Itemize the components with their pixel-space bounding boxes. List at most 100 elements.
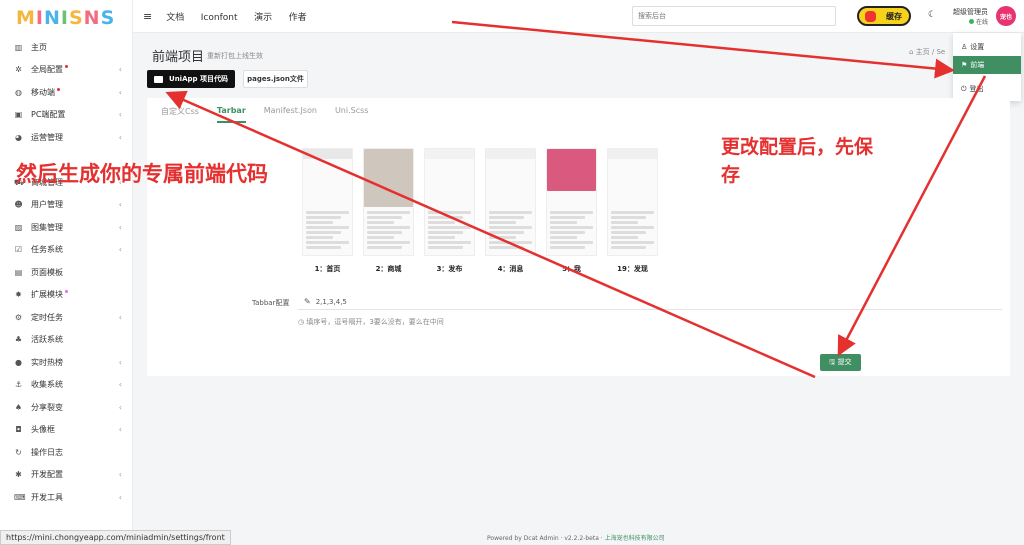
sidebar-item-label: PC端配置 [31, 110, 66, 120]
sidebar-item[interactable]: ♣ 活跃系统 [0, 329, 132, 352]
notification-dot-icon [65, 290, 68, 294]
phone-screenshot [302, 148, 353, 256]
uniapp-code-label: UniApp 项目代码 [169, 75, 228, 83]
dropdown-item-frontend[interactable]: ⚑ 前端 [953, 56, 1021, 74]
phone-line [550, 221, 577, 224]
sidebar-item[interactable]: ◕ 运营管理 ‹ [0, 126, 132, 149]
group-icon: ♣ [14, 335, 23, 345]
phone-line [489, 236, 516, 239]
sidebar-item[interactable]: ⌨ 开发工具 ‹ [0, 486, 132, 509]
tabbar-config-input[interactable]: ✎ 2,1,3,4,5 [298, 294, 1002, 310]
avatar[interactable]: 宠也 [996, 6, 1016, 26]
phone-line [611, 236, 638, 239]
sidebar-item[interactable]: ▥ 主页 [0, 36, 132, 59]
page-title: 前端项目 [152, 50, 205, 65]
chevron-left-icon: ‹ [118, 200, 122, 210]
sidebar-item[interactable]: ☻ 用户管理 ‹ [0, 194, 132, 217]
phone-line [489, 241, 532, 244]
phone-screenshot [424, 148, 475, 256]
pages-json-button[interactable]: pages.json文件 [243, 70, 308, 88]
user-name[interactable]: 超级管理员 [953, 7, 988, 17]
breadcrumb[interactable]: ⌂ 主页 / Se [909, 47, 945, 57]
chevron-left-icon: ‹ [118, 132, 122, 142]
uniapp-code-button[interactable]: UniApp 项目代码 [147, 70, 235, 88]
phone-header-block [303, 149, 352, 159]
phone-line [428, 211, 471, 214]
phone-line [306, 246, 341, 249]
sidebar-item[interactable]: ♠ 分享裂变 ‹ [0, 396, 132, 419]
phone-preview: 1：首页 [302, 148, 353, 274]
sidebar-item-label: 实时热榜 [31, 357, 63, 367]
nav-docs-link[interactable]: 文档 [166, 13, 184, 23]
phone-line [550, 231, 585, 234]
cache-label: 缓存 [886, 11, 902, 21]
phone-line [428, 221, 455, 224]
sidebar-item[interactable]: ✲ 全局配置 ‹ [0, 59, 132, 82]
phone-line [550, 216, 585, 219]
logo-letter: N [83, 7, 101, 29]
sidebar-item-label: 收集系统 [31, 380, 63, 390]
sidebar-item[interactable]: ◍ 移动端 ‹ [0, 81, 132, 104]
phone-line [611, 211, 654, 214]
tab-custom-css[interactable]: 自定义Css [161, 106, 199, 123]
phone-line [428, 226, 471, 229]
sidebar-item[interactable]: ✸ 扩展模块 [0, 284, 132, 307]
checkbox-icon: ☑ [14, 245, 23, 255]
among-us-icon [865, 11, 876, 22]
dropdown-item-label: 设置 [970, 43, 985, 51]
tab-uni-scss[interactable]: Uni.Scss [335, 106, 369, 123]
phone-line [550, 246, 585, 249]
search-input[interactable] [632, 6, 836, 26]
nav-author-link[interactable]: 作者 [289, 13, 307, 23]
phone-line [367, 221, 394, 224]
phone-caption: 3：发布 [436, 265, 463, 273]
cache-button[interactable]: 缓存 [857, 6, 911, 26]
phone-caption: 2：商城 [375, 265, 402, 273]
phone-line [550, 241, 593, 244]
sidebar-item[interactable]: ▤ 页面模板 [0, 261, 132, 284]
sidebar-item[interactable]: ⚙ 定时任务 ‹ [0, 306, 132, 329]
chevron-left-icon: ‹ [118, 65, 122, 75]
sidebar-item[interactable]: ▨ 图集管理 ‹ [0, 216, 132, 239]
sidebar: MINISNS ▥ 主页 ✲ 全局配置 ‹ ◍ 移动端 ‹ ▣ PC端配置 ‹ ◕ 运营管理 ‹ ⛟ 商城管理… [0, 0, 133, 545]
phone-line [611, 241, 654, 244]
sidebar-item-label: 运营管理 [31, 132, 63, 142]
tab-tarbar[interactable]: Tarbar [216, 106, 246, 123]
notification-dot-icon [57, 87, 60, 91]
tab-manifest-json[interactable]: Manifest.Json [264, 106, 317, 123]
sidebar-item[interactable]: ● 实时热榜 ‹ [0, 351, 132, 374]
chevron-left-icon: ‹ [118, 222, 122, 232]
logo[interactable]: MINISNS [0, 0, 132, 36]
logo-letter: S [68, 7, 84, 29]
phone-line [550, 226, 593, 229]
menu-toggle-icon[interactable]: ≡ [143, 10, 152, 23]
phone-caption: 1：首页 [314, 265, 341, 273]
sidebar-item[interactable]: ☑ 任务系统 ‹ [0, 239, 132, 262]
dark-mode-icon[interactable]: ☾ [928, 10, 936, 20]
user-status: 在线 [969, 17, 988, 26]
sidebar-item-label: 扩展模块 [31, 290, 63, 300]
sidebar-item-label: 主页 [31, 42, 47, 52]
sidebar-item-label: 定时任务 [31, 312, 63, 322]
footer-company-link[interactable]: 上海宠也科技有限公司 [605, 535, 665, 542]
chevron-left-icon: ‹ [118, 312, 122, 322]
chevron-left-icon: ‹ [118, 380, 122, 390]
sidebar-item[interactable]: ✱ 开发配置 ‹ [0, 464, 132, 487]
sidebar-item[interactable]: ⚓ 收集系统 ‹ [0, 374, 132, 397]
nav-iconfont-link[interactable]: Iconfont [201, 13, 238, 23]
submit-button[interactable]: 🖫 提交 [820, 354, 861, 371]
sidebar-item[interactable]: ◘ 头像框 ‹ [0, 419, 132, 442]
sidebar-item-label: 操作日志 [31, 447, 63, 457]
settings-icon: ✱ [15, 470, 22, 480]
tree-icon: ♠ [14, 402, 23, 412]
dropdown-item-settings[interactable]: ♙ 设置 [953, 38, 1021, 56]
phone-line [367, 241, 410, 244]
sidebar-item[interactable]: ▣ PC端配置 ‹ [0, 104, 132, 127]
sidebar-item[interactable]: ↻ 操作日志 [0, 441, 132, 464]
phone-line [306, 241, 349, 244]
puzzle-icon: ✸ [15, 290, 22, 300]
phone-preview: 2：商城 [363, 148, 414, 274]
phone-line [306, 231, 341, 234]
dropdown-item-logout[interactable]: ⏻ 登出 [953, 80, 1021, 98]
nav-demo-link[interactable]: 演示 [254, 13, 272, 23]
